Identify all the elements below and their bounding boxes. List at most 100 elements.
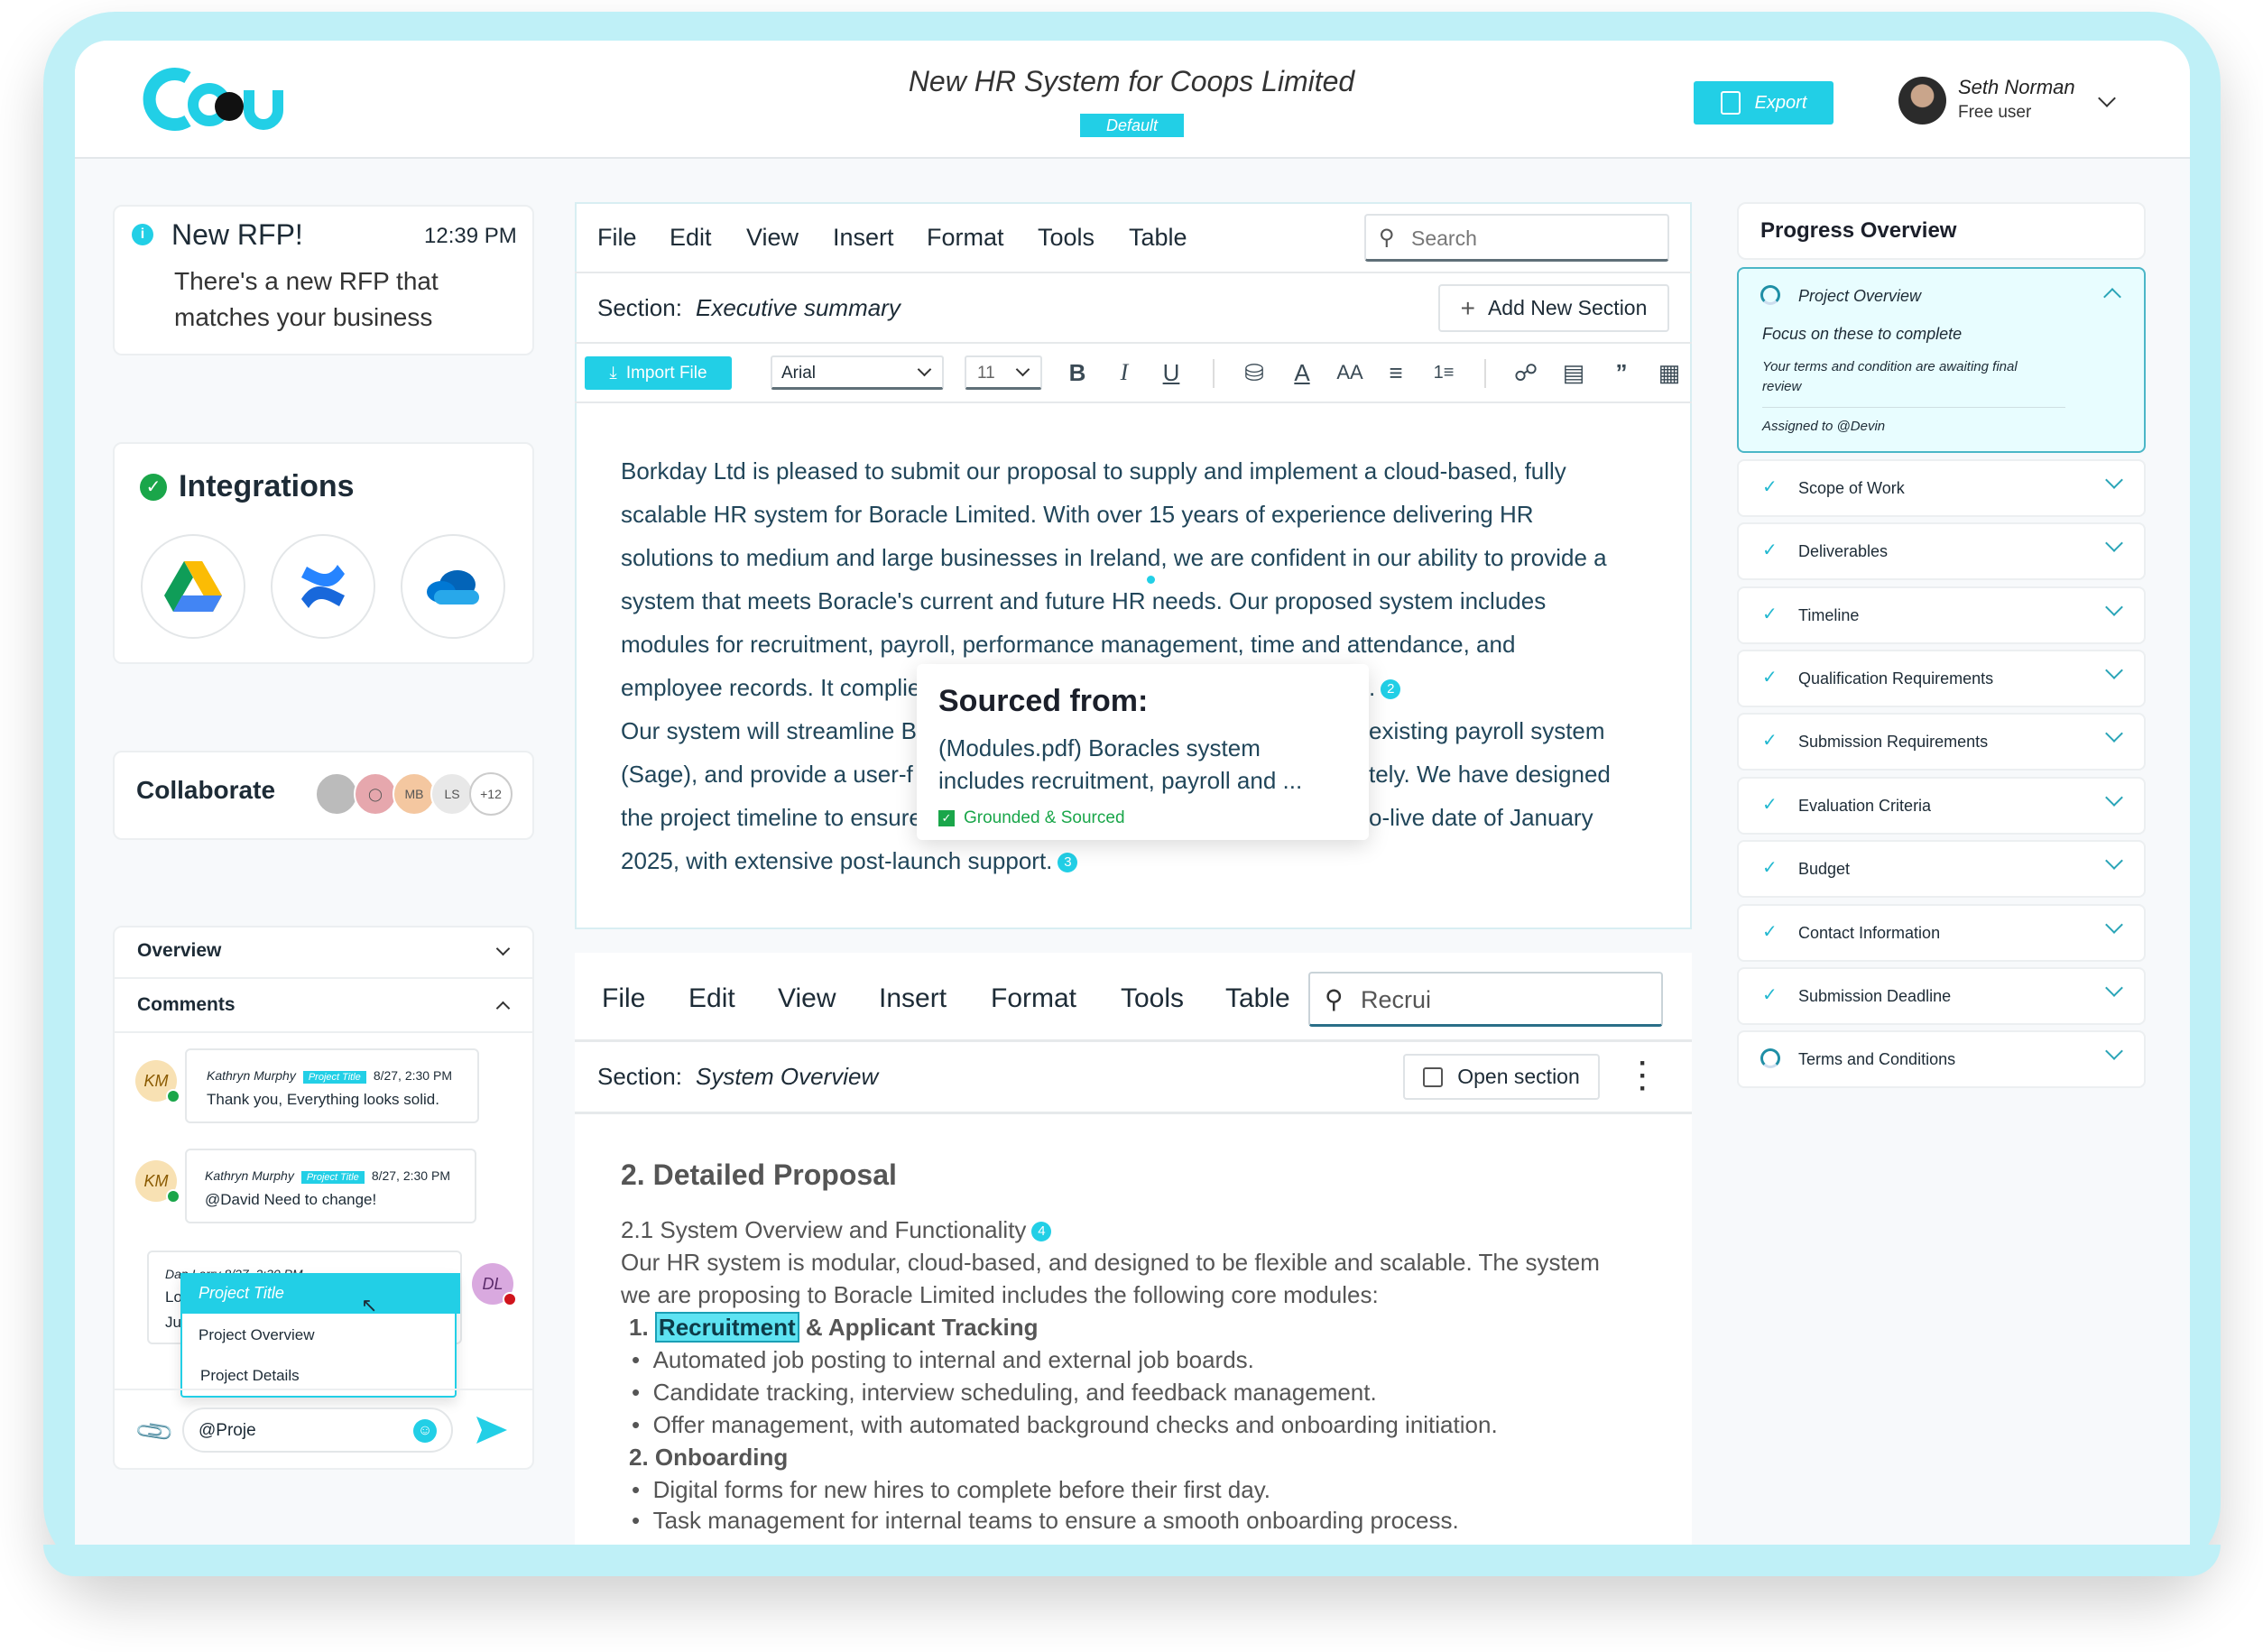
chevron-down-icon[interactable] <box>2105 724 2123 743</box>
collaborator-avatar-ls[interactable]: LS <box>430 772 474 816</box>
progress-item[interactable]: ✓ Budget <box>1737 840 2146 898</box>
logo[interactable] <box>135 65 291 134</box>
menu-file[interactable]: File <box>602 983 645 1014</box>
citation-badge[interactable]: 4 <box>1031 1222 1052 1242</box>
search-highlight: Recruitment <box>654 1312 799 1343</box>
menu-insert[interactable]: Insert <box>833 224 894 252</box>
send-icon[interactable] <box>476 1417 507 1444</box>
version-badge[interactable]: Default <box>1080 114 1184 137</box>
citation-badge[interactable]: 3 <box>1058 853 1078 873</box>
link-icon[interactable]: ☍ <box>1510 357 1541 388</box>
mention-option-project-title[interactable]: Project Title <box>180 1273 460 1314</box>
collaborator-avatar[interactable]: ◯ <box>354 772 397 816</box>
progress-item[interactable]: Terms and Conditions <box>1737 1030 2146 1088</box>
user-avatar[interactable] <box>1898 77 1946 125</box>
collaborator-avatar-mb[interactable]: MB <box>393 772 436 816</box>
emoji-icon[interactable]: ☺ <box>413 1419 437 1443</box>
menu-tools[interactable]: Tools <box>1121 983 1184 1014</box>
table-icon[interactable]: ▦ <box>1654 357 1685 388</box>
list-item-heading: 2. Onboarding <box>629 1444 789 1471</box>
body-line: (Sage), and provide a user-f <box>621 761 913 788</box>
paint-bucket-icon[interactable]: ⛁ <box>1239 357 1270 388</box>
progress-item[interactable]: ✓ Evaluation Criteria <box>1737 777 2146 835</box>
comment-input[interactable]: @Proje ☺ <box>182 1407 453 1453</box>
comment-author: Kathryn Murphy <box>207 1068 296 1083</box>
source-popup-text: includes recruitment, payroll and ... <box>938 767 1303 794</box>
chevron-down-icon[interactable] <box>2105 661 2123 679</box>
menu-edit[interactable]: Edit <box>688 983 735 1014</box>
check-icon: ✓ <box>1762 858 1778 878</box>
font-size-icon[interactable]: AA <box>1335 357 1365 388</box>
in-progress-icon <box>1760 285 1780 305</box>
chevron-down-icon[interactable] <box>2105 852 2123 870</box>
bold-icon[interactable]: B <box>1062 357 1093 388</box>
open-section-button[interactable]: Open section <box>1403 1054 1600 1100</box>
import-file-button[interactable]: ⤓ Import File <box>585 356 732 390</box>
body-line: solutions to medium and large businesses… <box>621 544 1607 571</box>
chevron-down-icon[interactable] <box>2105 471 2123 489</box>
grounded-status: Grounded & Sourced <box>964 808 1125 827</box>
progress-item[interactable]: ✓ Deliverables <box>1737 522 2146 580</box>
bullet-item: • Automated job posting to internal and … <box>632 1346 1254 1373</box>
add-new-section-button[interactable]: + Add New Section <box>1438 284 1669 332</box>
underline-icon[interactable]: U <box>1156 357 1187 388</box>
more-options-icon[interactable]: · · · <box>1639 1050 1648 1103</box>
menu-tools[interactable]: Tools <box>1038 224 1095 252</box>
check-circle-icon: ✓ <box>140 474 167 501</box>
search-value: Recrui <box>1361 986 1432 1013</box>
progress-item[interactable]: ✓ Qualification Requirements <box>1737 650 2146 707</box>
bullet-item: • Candidate tracking, interview scheduli… <box>632 1379 1377 1406</box>
chevron-down-icon[interactable] <box>2105 916 2123 934</box>
italic-icon[interactable]: I <box>1109 357 1140 388</box>
menu-format[interactable]: Format <box>927 224 1004 252</box>
progress-item[interactable]: ✓ Timeline <box>1737 586 2146 644</box>
export-button[interactable]: Export <box>1694 81 1833 125</box>
more-collaborators[interactable]: +12 <box>469 772 513 816</box>
menu-table[interactable]: Table <box>1225 983 1290 1014</box>
chevron-up-icon[interactable] <box>2103 288 2121 306</box>
chevron-down-icon[interactable] <box>2105 534 2123 552</box>
progress-item[interactable]: ✓ Scope of Work <box>1737 459 2146 517</box>
menu-insert[interactable]: Insert <box>879 983 947 1014</box>
confluence-integration[interactable] <box>271 534 375 639</box>
search-input[interactable]: ⚲ Search <box>1364 214 1669 262</box>
progress-item-project-overview[interactable]: Project Overview Focus on these to compl… <box>1737 267 2146 453</box>
citation-badge[interactable]: 2 <box>1381 679 1401 700</box>
calendar-icon[interactable]: ▤ <box>1558 357 1589 388</box>
quote-icon[interactable]: ” <box>1606 357 1637 388</box>
body-line: scalable HR system for Boracle Limited. … <box>621 501 1534 528</box>
progress-item[interactable]: ✓ Submission Requirements <box>1737 713 2146 771</box>
collaborator-avatar[interactable] <box>315 772 358 816</box>
chevron-down-icon[interactable] <box>2105 789 2123 807</box>
doc-subheading: 2.1 System Overview and Functionality 4 <box>621 1216 1052 1244</box>
text-color-icon[interactable]: A <box>1287 357 1317 388</box>
progress-item[interactable]: ✓ Contact Information <box>1737 904 2146 962</box>
chevron-down-icon[interactable] <box>2105 598 2123 616</box>
comment-bubble[interactable]: Kathryn Murphy Project Title 8/27, 2:30 PM… <box>185 1048 479 1123</box>
section-name: System Overview <box>696 1063 879 1090</box>
export-icon <box>1720 91 1741 115</box>
notification-line-2: matches your business <box>174 303 433 331</box>
doc-line: we are proposing to Boracle Limited incl… <box>621 1281 1379 1308</box>
search-input[interactable]: ⚲ Recrui <box>1308 972 1663 1027</box>
menu-file[interactable]: File <box>597 224 637 252</box>
mention-option-project-details[interactable]: Project Details <box>200 1367 300 1385</box>
menu-view[interactable]: View <box>746 224 799 252</box>
progress-item[interactable]: ✓ Submission Deadline <box>1737 967 2146 1025</box>
mention-option-project-overview[interactable]: Project Overview <box>199 1326 314 1344</box>
numbered-list-icon[interactable]: 1≡ <box>1428 357 1459 388</box>
font-family-select[interactable]: Arial <box>771 355 944 390</box>
menu-view[interactable]: View <box>778 983 836 1014</box>
comment-bubble[interactable]: Kathryn Murphy Project Title 8/27, 2:30 PM… <box>185 1149 476 1223</box>
onedrive-integration[interactable] <box>401 534 505 639</box>
menu-format[interactable]: Format <box>991 983 1076 1014</box>
menu-table[interactable]: Table <box>1129 224 1187 252</box>
menu-edit[interactable]: Edit <box>670 224 712 252</box>
bullet-list-icon[interactable]: ≡ <box>1381 357 1411 388</box>
check-icon: ✓ <box>1762 605 1778 624</box>
chevron-down-icon[interactable] <box>2105 979 2123 997</box>
chevron-down-icon[interactable] <box>2105 1042 2123 1060</box>
progress-item-label: Qualification Requirements <box>1798 669 1994 688</box>
google-drive-integration[interactable] <box>141 534 245 639</box>
font-size-select[interactable]: 11 <box>965 355 1042 390</box>
